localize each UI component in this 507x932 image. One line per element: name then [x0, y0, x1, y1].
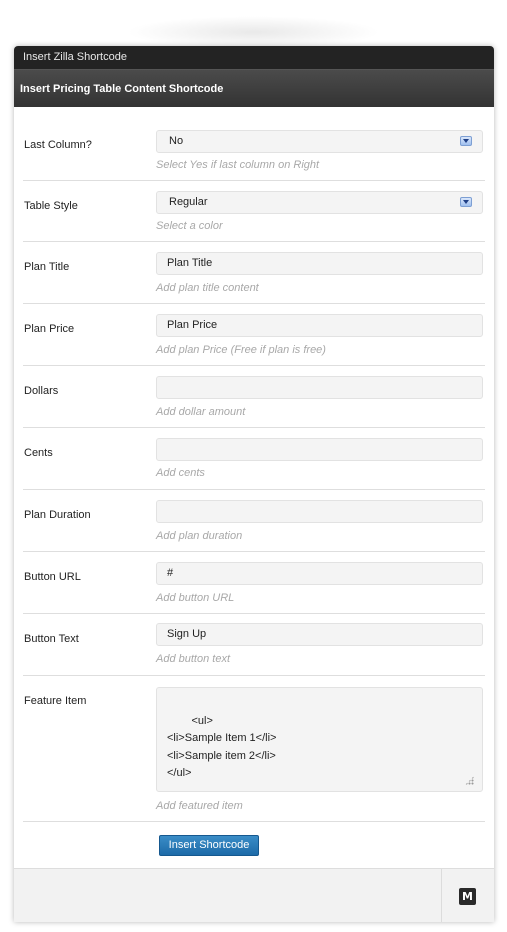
last-column-value: No	[169, 135, 184, 147]
button-text-input[interactable]: Sign Up	[156, 623, 483, 646]
row-feature-item: Feature Item <ul> <li>Sample Item 1</li>…	[23, 676, 485, 822]
last-column-help: Select Yes if last column on Right	[156, 159, 320, 171]
last-column-label: Last Column?	[24, 139, 92, 151]
shortcode-dialog: Insert Zilla Shortcode Insert Pricing Ta…	[14, 46, 494, 922]
table-style-help: Select a color	[156, 220, 223, 232]
button-text-help: Add button text	[156, 653, 230, 665]
m-logo-icon[interactable]: M	[459, 888, 476, 905]
resize-grip-icon[interactable]	[465, 776, 474, 785]
dialog-footer: M	[14, 868, 494, 922]
page-backdrop	[0, 0, 507, 46]
dialog-titlebar: Insert Zilla Shortcode	[14, 46, 494, 69]
feature-item-help: Add featured item	[156, 800, 243, 812]
row-last-column: Last Column? No Select Yes if last colum…	[23, 119, 485, 181]
row-button-url: Button URL # Add button URL	[23, 552, 485, 614]
pricing-table-form: Last Column? No Select Yes if last colum…	[23, 119, 485, 822]
row-plan-duration: Plan Duration Add plan duration	[23, 490, 485, 552]
plan-price-label: Plan Price	[24, 323, 75, 335]
cents-help: Add cents	[156, 467, 205, 479]
cents-label: Cents	[24, 447, 53, 459]
row-plan-price: Plan Price Plan Price Add plan Price (Fr…	[23, 304, 485, 366]
table-style-value: Regular	[169, 196, 208, 208]
plan-price-input[interactable]: Plan Price	[156, 314, 483, 337]
row-table-style: Table Style Regular Select a color	[23, 181, 485, 242]
dollars-label: Dollars	[24, 385, 59, 397]
plan-title-input[interactable]: Plan Title	[156, 252, 483, 275]
button-url-input[interactable]: #	[156, 562, 483, 585]
table-style-label: Table Style	[24, 200, 78, 212]
button-url-label: Button URL	[24, 571, 81, 583]
chevron-down-icon[interactable]	[460, 136, 472, 146]
button-text-label: Button Text	[24, 633, 79, 645]
row-button-text: Button Text Sign Up Add button text	[23, 614, 485, 676]
last-column-select[interactable]: No	[156, 130, 483, 153]
row-dollars: Dollars Add dollar amount	[23, 366, 485, 428]
insert-shortcode-button[interactable]: Insert Shortcode	[159, 835, 259, 856]
dialog-subheader: Insert Pricing Table Content Shortcode	[14, 69, 494, 107]
table-style-select[interactable]: Regular	[156, 191, 483, 214]
feature-item-textarea[interactable]: <ul> <li>Sample Item 1</li> <li>Sample i…	[156, 687, 483, 792]
feature-item-label: Feature Item	[24, 695, 87, 707]
button-url-help: Add button URL	[156, 592, 235, 604]
plan-duration-label: Plan Duration	[24, 509, 91, 521]
chevron-down-icon[interactable]	[460, 197, 472, 207]
row-plan-title: Plan Title Plan Title Add plan title con…	[23, 242, 485, 304]
row-cents: Cents Add cents	[23, 428, 485, 490]
plan-title-label: Plan Title	[24, 261, 70, 273]
feature-item-value: <ul> <li>Sample Item 1</li> <li>Sample i…	[167, 714, 277, 780]
footer-divider	[441, 869, 442, 922]
dollars-input[interactable]	[156, 376, 483, 399]
plan-duration-help: Add plan duration	[156, 530, 243, 542]
plan-duration-input[interactable]	[156, 500, 483, 523]
plan-price-help: Add plan Price (Free if plan is free)	[156, 344, 326, 356]
plan-title-help: Add plan title content	[156, 282, 259, 294]
cents-input[interactable]	[156, 438, 483, 461]
dollars-help: Add dollar amount	[156, 406, 246, 418]
